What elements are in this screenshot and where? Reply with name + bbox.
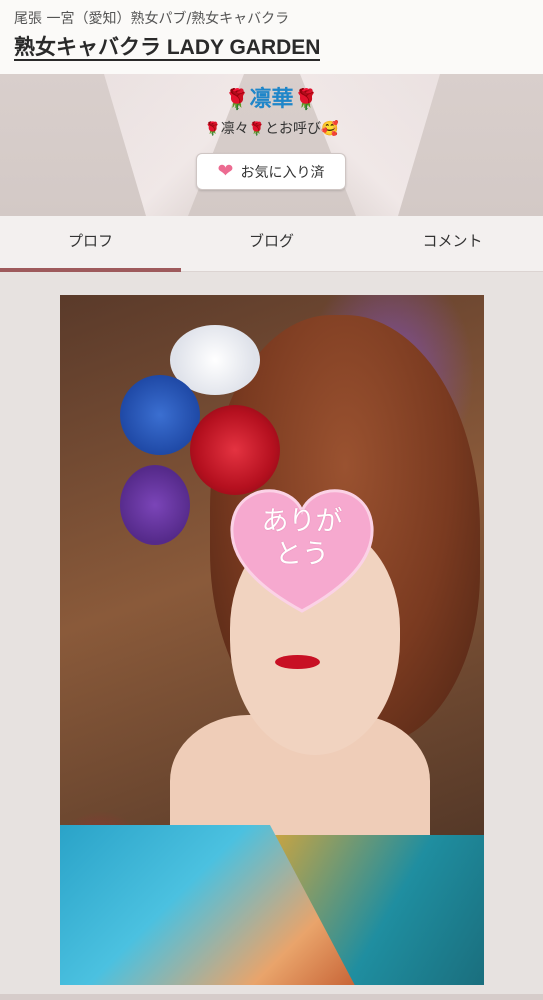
cast-name: 凛華 bbox=[249, 87, 294, 112]
profile-tabs: プロフ ブログ コメント bbox=[0, 216, 543, 272]
heart-icon: ❤ bbox=[217, 160, 234, 182]
photo-purple-flower bbox=[120, 465, 190, 545]
tab-profile[interactable]: プロフ bbox=[0, 216, 181, 272]
site-header: 尾張 一宮（愛知）熟女パブ/熟女キャバクラ 熟女キャバクラ LADY GARDE… bbox=[0, 0, 543, 74]
catch-suffix: とお呼び bbox=[264, 121, 321, 137]
rose-icon: 🌹 bbox=[248, 122, 265, 137]
rose-icon: 🌹 bbox=[224, 87, 250, 111]
thank-you-heart-sticker: ありが とう bbox=[228, 487, 376, 615]
shop-title-link[interactable]: 熟女キャバクラ LADY GARDEN bbox=[14, 37, 321, 61]
cast-photo[interactable]: ありが とう bbox=[60, 295, 484, 985]
favorite-button[interactable]: ❤ お気に入り済 bbox=[196, 153, 346, 190]
sticker-line-2: とう bbox=[275, 539, 329, 570]
breadcrumb[interactable]: 尾張 一宮（愛知）熟女パブ/熟女キャバクラ bbox=[14, 10, 529, 28]
sticker-text: ありが とう bbox=[228, 505, 376, 571]
rose-icon: 🌹 bbox=[293, 87, 319, 111]
favorite-button-label: お気に入り済 bbox=[240, 164, 325, 181]
sticker-line-1: ありが bbox=[261, 506, 343, 537]
profile-hero: 🌹凛華🌹 🌹凛々🌹とお呼び🥰 ❤ お気に入り済 bbox=[0, 74, 543, 216]
photo-blue-flower bbox=[120, 375, 200, 455]
smiling-hearts-emoji-icon: 🥰 bbox=[320, 121, 339, 137]
bottom-divider bbox=[0, 994, 543, 1000]
photo-red-rose bbox=[190, 405, 280, 495]
cast-catchphrase: 🌹凛々🌹とお呼び🥰 bbox=[0, 119, 543, 140]
tab-comment[interactable]: コメント bbox=[362, 216, 543, 271]
photo-lips bbox=[275, 655, 320, 669]
cast-name-row: 🌹凛華🌹 bbox=[0, 84, 543, 115]
catch-prefix: 凛々 bbox=[220, 121, 249, 137]
rose-icon: 🌹 bbox=[204, 122, 221, 137]
tab-blog[interactable]: ブログ bbox=[181, 216, 362, 271]
